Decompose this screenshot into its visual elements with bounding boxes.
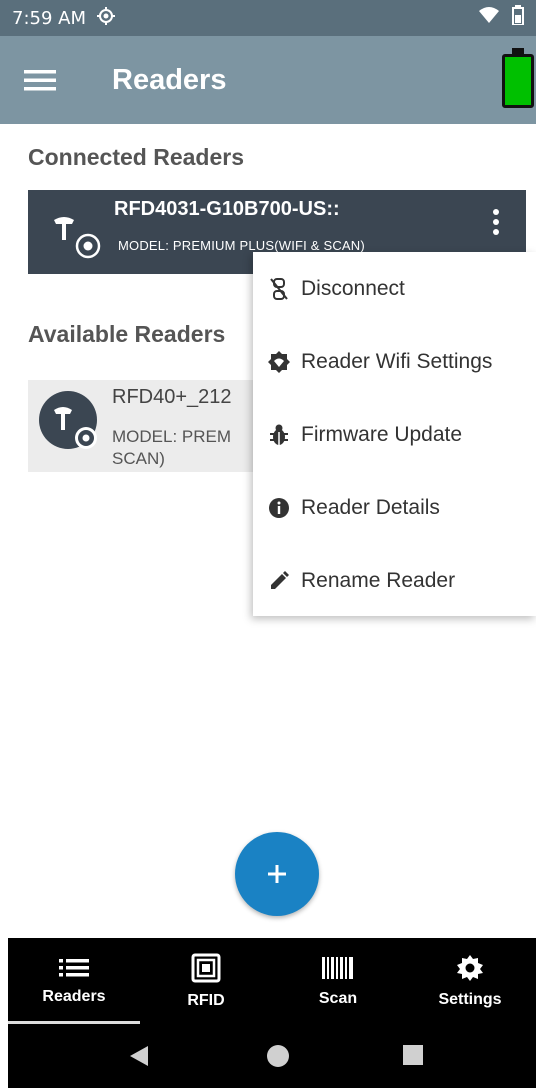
wifi-icon	[478, 6, 500, 30]
system-navigation-bar	[8, 1024, 536, 1088]
tab-label: Scan	[318, 989, 358, 1007]
connected-reader-model: MODEL: PREMIUM PLUS(WIFI & SCAN)	[118, 238, 365, 253]
battery-icon	[512, 5, 524, 31]
tab-label: Readers	[42, 987, 106, 1005]
plus-icon	[268, 865, 286, 883]
menu-item-label: Disconnect	[301, 276, 405, 300]
back-icon[interactable]	[128, 1044, 150, 1073]
firmware-icon	[253, 423, 301, 447]
tab-settings[interactable]: Settings	[404, 938, 536, 1024]
tab-label: RFID	[187, 991, 225, 1009]
link-off-icon	[253, 277, 301, 301]
connected-readers-heading: Connected Readers	[28, 144, 245, 170]
gps-icon	[96, 6, 116, 31]
reader-device-icon	[50, 212, 102, 264]
page-title: Readers	[112, 63, 227, 96]
menu-item-label: Reader Wifi Settings	[301, 349, 493, 373]
bottom-navigation: Readers RFID Scan Settings	[8, 938, 536, 1024]
more-options-icon[interactable]	[486, 206, 506, 238]
menu-item-label: Firmware Update	[301, 422, 463, 446]
app-bar: Readers	[0, 36, 536, 124]
available-reader-model: MODEL: PREM SCAN)	[112, 427, 232, 468]
tab-readers[interactable]: Readers	[8, 938, 140, 1024]
menu-item-label: Reader Details	[301, 495, 440, 519]
menu-item-wifi-settings[interactable]: Reader Wifi Settings	[253, 325, 536, 398]
add-reader-button[interactable]	[235, 832, 319, 916]
connected-reader-name: RFD4031-G10B700-US::	[114, 198, 340, 220]
menu-item-label: Rename Reader	[301, 568, 456, 592]
reader-battery-icon	[502, 48, 534, 108]
gear-icon	[456, 954, 484, 987]
available-readers-heading: Available Readers	[28, 321, 226, 347]
reader-options-menu: Disconnect Reader Wifi Settings Firmware…	[253, 252, 536, 616]
hamburger-icon[interactable]	[0, 36, 80, 124]
recents-icon[interactable]	[402, 1044, 424, 1071]
menu-item-rename-reader[interactable]: Rename Reader	[253, 544, 536, 617]
reader-device-icon	[38, 390, 102, 454]
status-time: 7:59 AM	[12, 7, 86, 29]
status-bar: 7:59 AM	[0, 0, 536, 36]
list-icon	[59, 957, 89, 984]
tab-scan[interactable]: Scan	[272, 938, 404, 1024]
home-icon[interactable]	[266, 1044, 290, 1073]
available-reader-name: RFD40+_212	[112, 386, 232, 408]
tab-label: Settings	[438, 990, 502, 1008]
menu-item-firmware-update[interactable]: Firmware Update	[253, 398, 536, 471]
info-icon	[253, 497, 301, 519]
pencil-icon	[253, 570, 301, 592]
readers-screen: 7:59 AM Readers Connected Readers RFD403…	[0, 0, 536, 1088]
menu-item-reader-details[interactable]: Reader Details	[253, 471, 536, 544]
tab-rfid[interactable]: RFID	[140, 938, 272, 1024]
menu-item-disconnect[interactable]: Disconnect	[253, 252, 536, 325]
barcode-icon	[321, 955, 355, 986]
rfid-icon	[191, 953, 221, 988]
wifi-gear-icon	[253, 350, 301, 374]
